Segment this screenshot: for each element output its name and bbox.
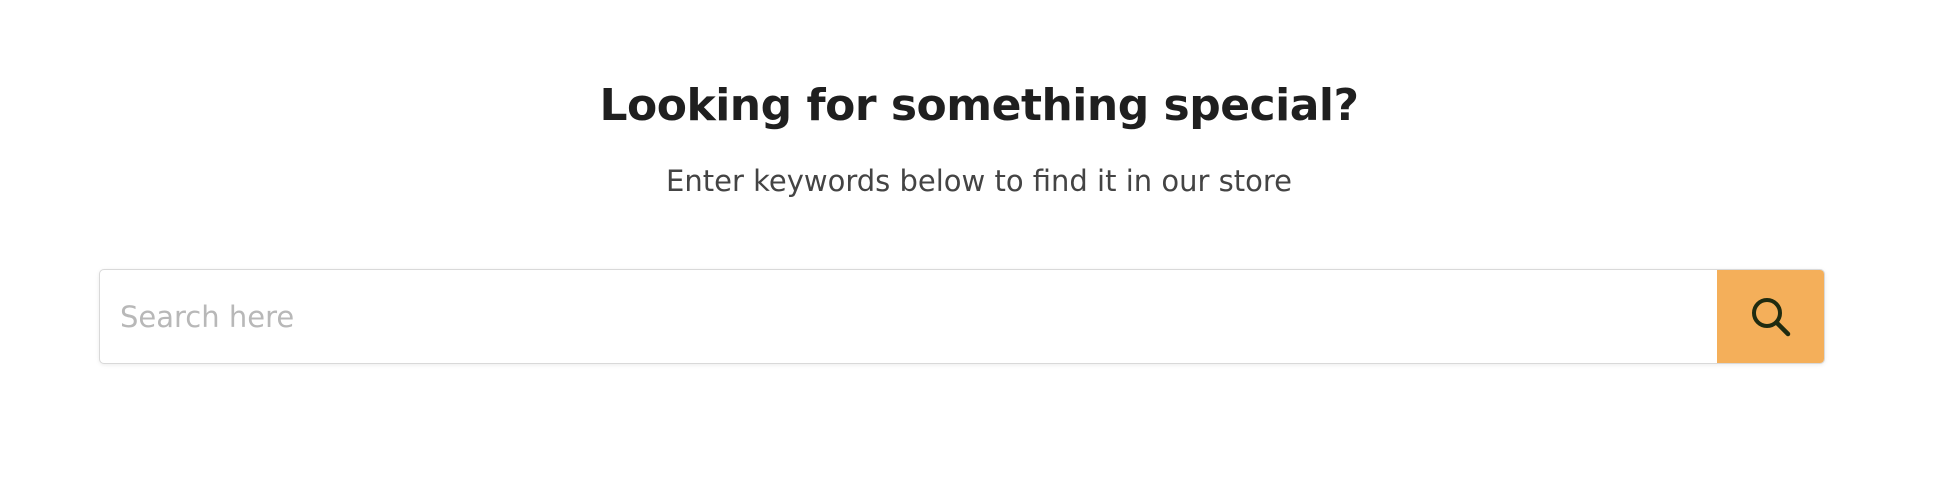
search-input[interactable]	[100, 270, 1717, 363]
page-subtitle: Enter keywords below to find it in our s…	[666, 164, 1292, 198]
search-section: Looking for something special? Enter key…	[0, 0, 1958, 482]
page-title: Looking for something special?	[599, 80, 1359, 131]
search-icon	[1749, 295, 1793, 339]
search-button[interactable]	[1717, 270, 1824, 363]
search-form	[99, 269, 1825, 364]
